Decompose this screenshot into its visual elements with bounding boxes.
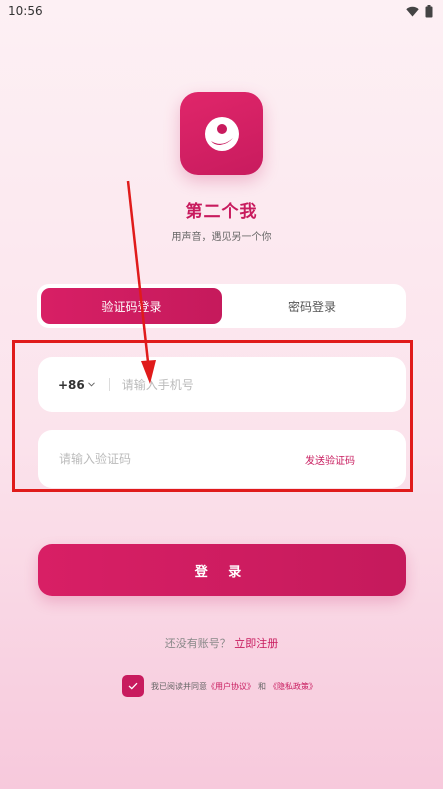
user-agreement-link[interactable]: 《用户协议》 — [207, 681, 255, 692]
agreement-conjunction: 和 — [258, 681, 266, 691]
send-code-button[interactable]: 发送验证码 — [305, 452, 355, 467]
status-icons — [406, 4, 433, 18]
agreement-prefix: 我已阅读并同意 — [151, 681, 207, 691]
login-method-tabs: 验证码登录 密码登录 — [37, 284, 406, 328]
verification-code-field: 发送验证码 — [38, 430, 406, 488]
register-prompt: 还没有账号？ 立即注册 — [0, 635, 443, 651]
phone-input[interactable] — [121, 377, 406, 392]
chevron-down-icon — [87, 382, 95, 387]
privacy-policy-link[interactable]: 《隐私政策》 — [269, 681, 317, 692]
field-divider — [108, 378, 110, 391]
agreement-checkbox[interactable] — [122, 675, 144, 697]
verification-code-input[interactable] — [59, 452, 305, 466]
phone-field: +86 — [38, 357, 406, 412]
app-title: 第二个我 — [185, 202, 258, 222]
agreement-row: 我已阅读并同意 《用户协议》 和 《隐私政策》 — [122, 675, 317, 697]
app-slogan: 用声音，遇见另一个你 — [171, 232, 272, 243]
wifi-icon — [406, 6, 419, 16]
country-code-label: +86 — [58, 377, 85, 392]
app-logo — [180, 92, 263, 175]
status-time: 10:56 — [8, 4, 43, 18]
app-logo-icon — [204, 116, 239, 151]
login-button[interactable]: 登 录 — [38, 544, 406, 596]
tab-sms-code-login[interactable]: 验证码登录 — [41, 288, 222, 324]
country-code-selector[interactable]: +86 — [58, 378, 95, 392]
register-link[interactable]: 立即注册 — [234, 637, 278, 650]
tab-password-login[interactable]: 密码登录 — [222, 288, 402, 324]
register-prompt-text: 还没有账号？ — [164, 637, 231, 650]
check-icon — [128, 682, 138, 690]
battery-icon — [425, 4, 433, 17]
status-bar: 10:56 — [0, 0, 443, 22]
